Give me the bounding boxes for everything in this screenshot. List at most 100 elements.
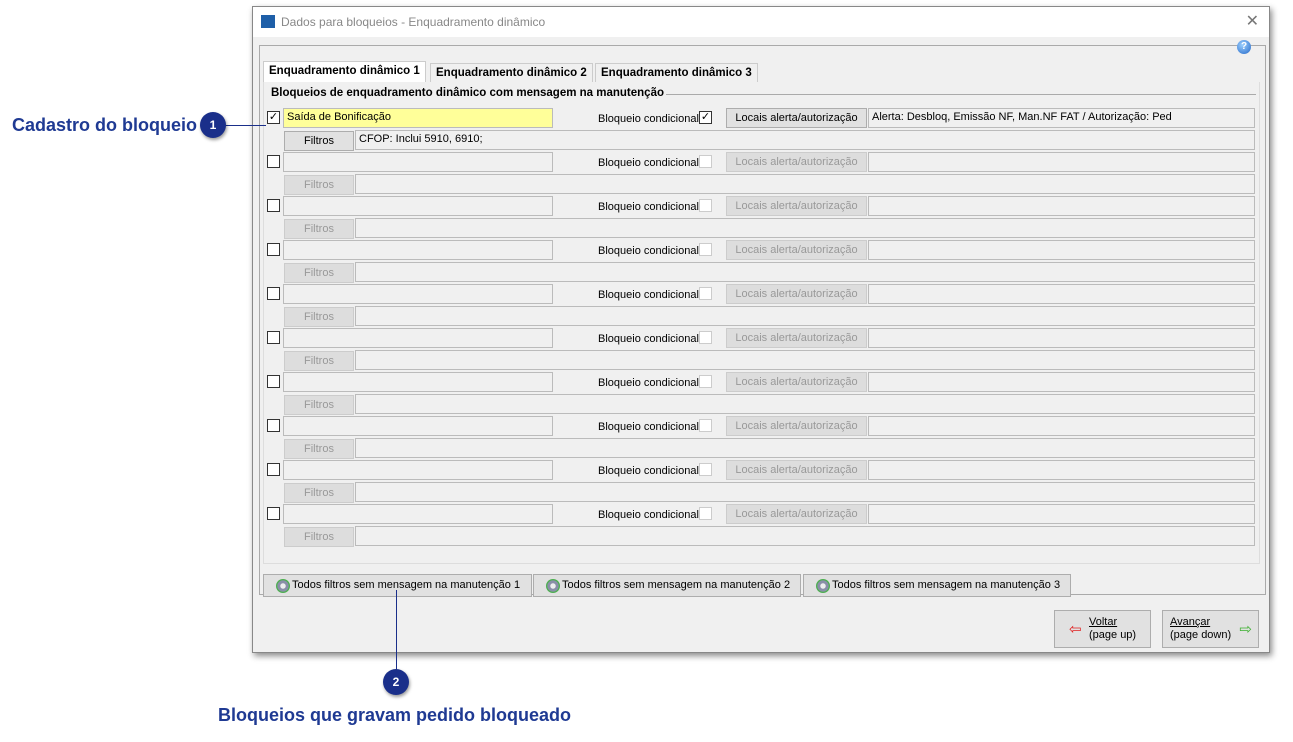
- gears-icon: [276, 579, 290, 593]
- locais-alerta-button[interactable]: Locais alerta/autorização: [726, 284, 867, 304]
- row-enable-checkbox[interactable]: [267, 287, 280, 300]
- conditional-checkbox[interactable]: ✓: [699, 111, 712, 124]
- help-icon[interactable]: ?: [1237, 40, 1251, 54]
- button-label: Todos filtros sem mensagem na manutenção…: [562, 579, 791, 591]
- row-enable-checkbox[interactable]: [267, 331, 280, 344]
- locais-alerta-button[interactable]: Locais alerta/autorização: [726, 240, 867, 260]
- filtros-button[interactable]: Filtros: [284, 527, 354, 547]
- tab-enquadramento-3[interactable]: Enquadramento dinâmico 3: [595, 63, 758, 83]
- annotation-2-text: Bloqueios que gravam pedido bloqueado: [218, 705, 572, 725]
- locais-alerta-button[interactable]: Locais alerta/autorização: [726, 460, 867, 480]
- filters-field: [355, 482, 1255, 502]
- conditional-label: Bloqueio condicional: [598, 333, 699, 345]
- row-enable-checkbox[interactable]: [267, 155, 280, 168]
- alert-field: [868, 328, 1255, 348]
- row-enable-checkbox[interactable]: [267, 375, 280, 388]
- locais-alerta-button[interactable]: Locais alerta/autorização: [726, 328, 867, 348]
- conditional-label: Bloqueio condicional: [598, 421, 699, 433]
- conditional-checkbox[interactable]: [699, 243, 712, 256]
- app-icon: [261, 15, 275, 28]
- group-title: Bloqueios de enquadramento dinâmico com …: [271, 87, 666, 99]
- locais-alerta-button[interactable]: Locais alerta/autorização: [726, 416, 867, 436]
- alert-field: [868, 152, 1255, 172]
- button-label: Todos filtros sem mensagem na manutenção…: [292, 579, 521, 591]
- filters-field: CFOP: Inclui 5910, 6910;: [355, 130, 1255, 150]
- conditional-checkbox[interactable]: [699, 155, 712, 168]
- tab-enquadramento-1[interactable]: Enquadramento dinâmico 1: [263, 61, 426, 83]
- conditional-checkbox[interactable]: [699, 331, 712, 344]
- row-name-input[interactable]: [283, 240, 553, 260]
- locais-alerta-button[interactable]: Locais alerta/autorização: [726, 196, 867, 216]
- filtros-button[interactable]: Filtros: [284, 395, 354, 415]
- row-enable-checkbox[interactable]: [267, 463, 280, 476]
- row-enable-checkbox[interactable]: [267, 507, 280, 520]
- back-button[interactable]: ⇦ Voltar (page up): [1054, 610, 1151, 648]
- dialog-window: Dados para bloqueios - Enquadramento din…: [252, 6, 1270, 653]
- conditional-checkbox[interactable]: [699, 199, 712, 212]
- locais-alerta-button[interactable]: Locais alerta/autorização: [726, 108, 867, 128]
- button-label: Todos filtros sem mensagem na manutenção…: [832, 579, 1061, 591]
- filters-field: [355, 526, 1255, 546]
- conditional-label: Bloqueio condicional: [598, 201, 699, 213]
- filtros-button[interactable]: Filtros: [284, 483, 354, 503]
- gears-icon: [816, 579, 830, 593]
- row-name-input[interactable]: [283, 284, 553, 304]
- all-filters-3-button[interactable]: Todos filtros sem mensagem na manutenção…: [803, 574, 1071, 597]
- row-name-input[interactable]: [283, 460, 553, 480]
- filtros-button[interactable]: Filtros: [284, 263, 354, 283]
- next-button[interactable]: ⇨ Avançar (page down): [1162, 610, 1259, 648]
- gears-icon: [546, 579, 560, 593]
- alert-field: [868, 196, 1255, 216]
- filters-field: [355, 306, 1255, 326]
- alert-field: [868, 372, 1255, 392]
- conditional-label: Bloqueio condicional: [598, 465, 699, 477]
- row-name-input[interactable]: [283, 196, 553, 216]
- filters-field: [355, 350, 1255, 370]
- conditional-label: Bloqueio condicional: [598, 245, 699, 257]
- row-name-input[interactable]: [283, 416, 553, 436]
- conditional-checkbox[interactable]: [699, 419, 712, 432]
- conditional-label: Bloqueio condicional: [598, 509, 699, 521]
- locais-alerta-button[interactable]: Locais alerta/autorização: [726, 152, 867, 172]
- row-enable-checkbox[interactable]: ✓: [267, 111, 280, 124]
- annotation-1-badge: 1: [200, 112, 226, 138]
- back-label: Voltar: [1089, 616, 1118, 628]
- row-name-input[interactable]: [283, 504, 553, 524]
- row-enable-checkbox[interactable]: [267, 199, 280, 212]
- alert-field: [868, 504, 1255, 524]
- row-name-input[interactable]: [283, 328, 553, 348]
- locais-alerta-button[interactable]: Locais alerta/autorização: [726, 372, 867, 392]
- filtros-button[interactable]: Filtros: [284, 351, 354, 371]
- filtros-button[interactable]: Filtros: [284, 219, 354, 239]
- annotation-line-2: [396, 590, 397, 670]
- row-enable-checkbox[interactable]: [267, 419, 280, 432]
- window-title: Dados para bloqueios - Enquadramento din…: [281, 15, 546, 29]
- alert-field: [868, 460, 1255, 480]
- row-enable-checkbox[interactable]: [267, 243, 280, 256]
- conditional-checkbox[interactable]: [699, 287, 712, 300]
- close-icon[interactable]: ✕: [1246, 11, 1259, 31]
- all-filters-1-button[interactable]: Todos filtros sem mensagem na manutenção…: [263, 574, 532, 597]
- filtros-button[interactable]: Filtros: [284, 131, 354, 151]
- back-shortcut: (page up): [1089, 629, 1137, 641]
- alert-field: [868, 240, 1255, 260]
- arrow-left-icon: ⇦: [1069, 621, 1082, 638]
- conditional-label: Bloqueio condicional: [598, 377, 699, 389]
- conditional-label: Bloqueio condicional: [598, 157, 699, 169]
- title-bar: Dados para bloqueios - Enquadramento din…: [253, 7, 1269, 37]
- filtros-button[interactable]: Filtros: [284, 439, 354, 459]
- conditional-checkbox[interactable]: [699, 375, 712, 388]
- filtros-button[interactable]: Filtros: [284, 175, 354, 195]
- filters-field: [355, 174, 1255, 194]
- row-name-input[interactable]: [283, 152, 553, 172]
- annotation-2-badge: 2: [383, 669, 409, 695]
- conditional-checkbox[interactable]: [699, 463, 712, 476]
- filtros-button[interactable]: Filtros: [284, 307, 354, 327]
- filters-field: [355, 438, 1255, 458]
- conditional-checkbox[interactable]: [699, 507, 712, 520]
- tab-enquadramento-2[interactable]: Enquadramento dinâmico 2: [430, 63, 593, 83]
- row-name-input[interactable]: Saída de Bonificação: [283, 108, 553, 128]
- all-filters-2-button[interactable]: Todos filtros sem mensagem na manutenção…: [533, 574, 801, 597]
- locais-alerta-button[interactable]: Locais alerta/autorização: [726, 504, 867, 524]
- row-name-input[interactable]: [283, 372, 553, 392]
